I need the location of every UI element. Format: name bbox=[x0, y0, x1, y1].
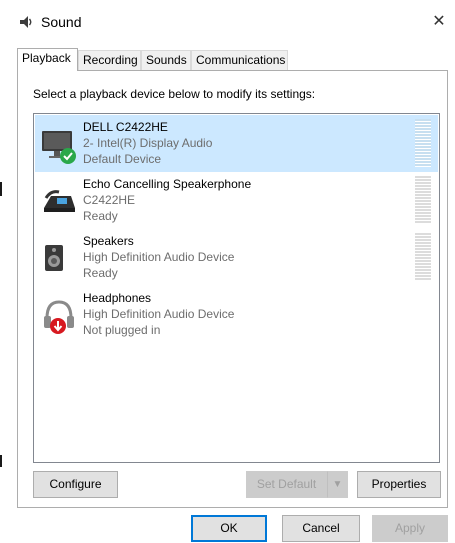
tab-recording[interactable]: Recording bbox=[78, 50, 141, 70]
configure-button[interactable]: Configure bbox=[33, 471, 118, 498]
device-item-dell-c2422he[interactable]: DELL C2422HE 2- Intel(R) Display Audio D… bbox=[35, 115, 438, 172]
device-list[interactable]: DELL C2422HE 2- Intel(R) Display Audio D… bbox=[33, 113, 440, 463]
ok-button[interactable]: OK bbox=[191, 515, 267, 542]
window-left-edge bbox=[0, 0, 2, 543]
chevron-down-icon: ▼ bbox=[332, 479, 343, 490]
device-description: High Definition Audio Device bbox=[83, 250, 235, 264]
speakerphone-icon bbox=[44, 190, 75, 212]
device-name: Speakers bbox=[83, 234, 134, 248]
set-default-button[interactable]: Set Default bbox=[246, 471, 327, 498]
device-name: DELL C2422HE bbox=[83, 120, 168, 134]
title-bar: Sound ✕ bbox=[0, 0, 455, 44]
apply-button[interactable]: Apply bbox=[372, 515, 448, 542]
device-status: Ready bbox=[83, 209, 118, 223]
device-status: Not plugged in bbox=[83, 323, 161, 337]
tab-playback[interactable]: Playback bbox=[17, 48, 78, 71]
speaker-icon bbox=[45, 245, 63, 271]
device-status: Ready bbox=[83, 266, 118, 280]
properties-button[interactable]: Properties bbox=[357, 471, 441, 498]
device-name: Headphones bbox=[83, 291, 152, 305]
volume-level-meter bbox=[415, 233, 431, 281]
default-check-icon bbox=[60, 148, 76, 164]
monitor-icon bbox=[42, 131, 76, 164]
device-item-speakers[interactable]: Speakers High Definition Audio Device Re… bbox=[35, 229, 438, 286]
close-button[interactable]: ✕ bbox=[424, 8, 454, 36]
volume-level-meter bbox=[415, 119, 431, 167]
device-description: High Definition Audio Device bbox=[83, 307, 235, 321]
device-description: 2- Intel(R) Display Audio bbox=[83, 136, 213, 150]
headphones-icon bbox=[44, 300, 74, 334]
speaker-app-icon bbox=[20, 16, 32, 28]
device-item-headphones[interactable]: Headphones High Definition Audio Device … bbox=[35, 286, 438, 343]
cancel-button[interactable]: Cancel bbox=[282, 515, 360, 542]
unplugged-icon bbox=[50, 318, 66, 334]
tab-sounds[interactable]: Sounds bbox=[141, 50, 191, 70]
set-default-dropdown[interactable]: ▼ bbox=[327, 471, 348, 498]
device-status: Default Device bbox=[83, 152, 162, 166]
instruction-text: Select a playback device below to modify… bbox=[33, 87, 316, 101]
tab-communications[interactable]: Communications bbox=[191, 50, 288, 70]
device-item-echo-cancelling-speakerphone[interactable]: Echo Cancelling Speakerphone C2422HE Rea… bbox=[35, 172, 438, 229]
volume-level-meter bbox=[415, 176, 431, 224]
device-name: Echo Cancelling Speakerphone bbox=[83, 177, 252, 191]
window-title: Sound bbox=[41, 14, 82, 30]
device-description: C2422HE bbox=[83, 193, 136, 207]
